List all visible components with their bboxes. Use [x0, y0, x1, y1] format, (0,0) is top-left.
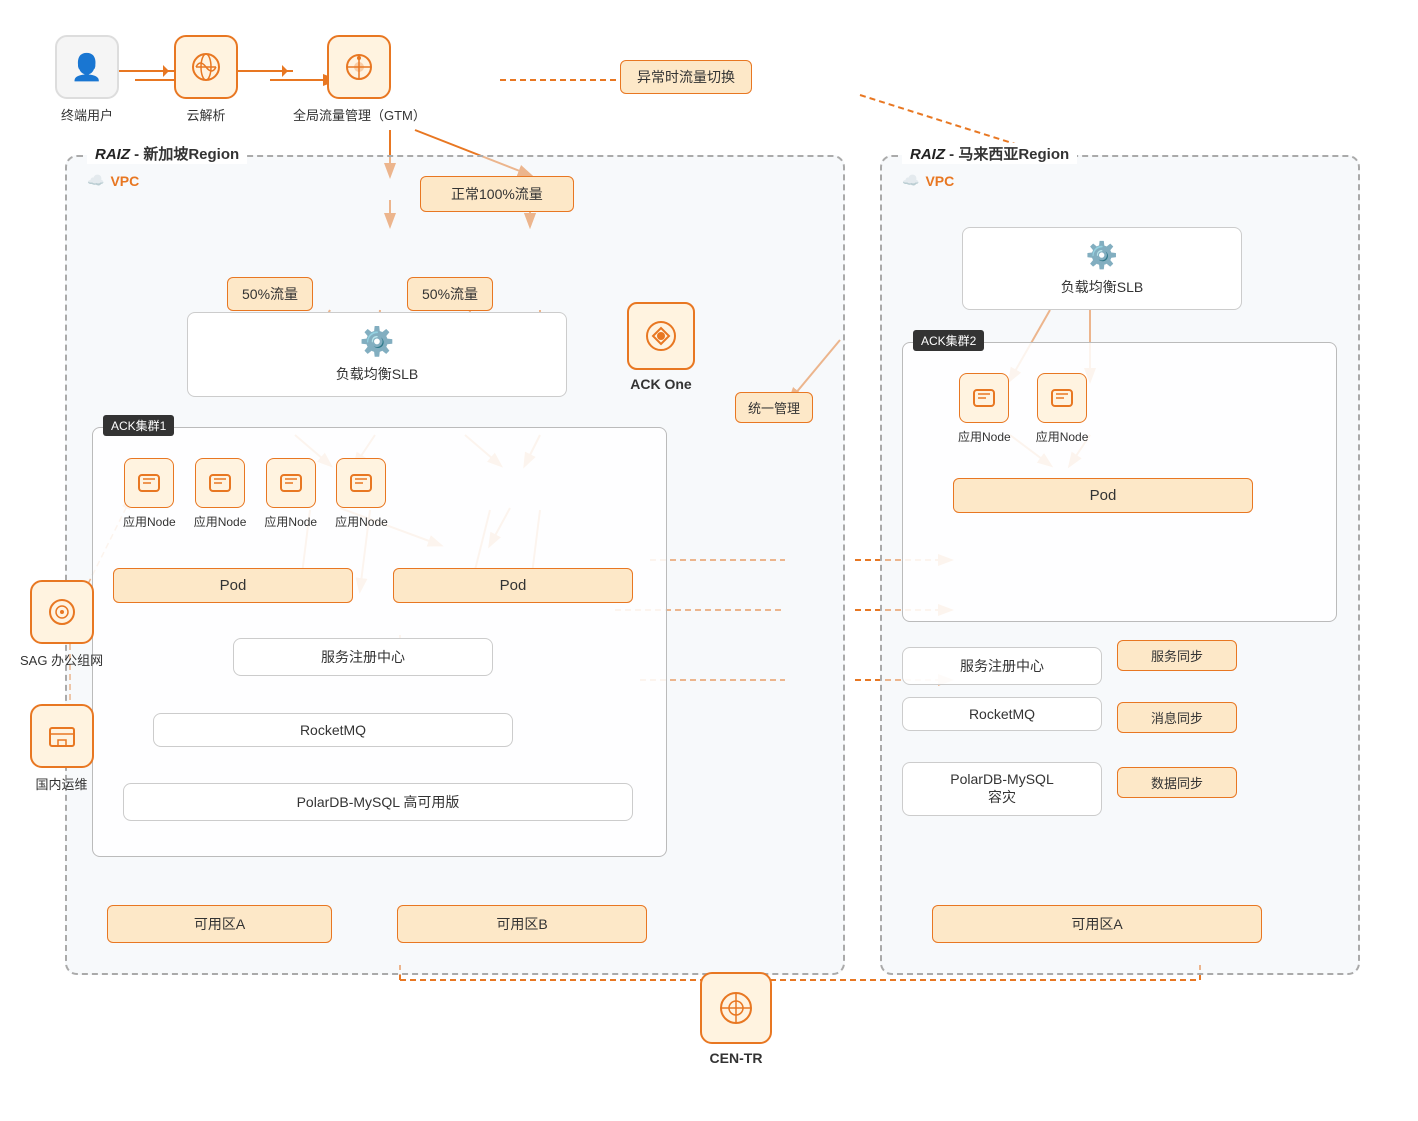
sg-node-2: 应用Node	[194, 458, 247, 530]
ack-one-icon	[627, 302, 695, 370]
cloud-dns-label: 云解析	[186, 105, 225, 124]
domestic-box: 国内运维	[30, 704, 94, 793]
sg-node-1: 应用Node	[123, 458, 176, 530]
centr-label: CEN-TR	[710, 1050, 763, 1066]
my-rocketmq: RocketMQ	[902, 697, 1102, 731]
domestic-icon	[30, 704, 94, 768]
ack-one-label: ACK One	[630, 376, 691, 392]
sag-label: SAG 办公组网	[20, 650, 103, 669]
sg-region-label: RAIZ - 新加坡Region	[87, 143, 247, 164]
user-icon-box: 👤 终端用户	[55, 35, 119, 124]
sg-flow50-right: 50%流量	[407, 277, 493, 311]
my-node-2-icon	[1037, 373, 1087, 423]
msg-sync-label: 消息同步	[1117, 702, 1237, 733]
gtm-box: 全局流量管理（GTM）	[293, 35, 426, 124]
my-service-registry: 服务注册中心	[902, 647, 1102, 685]
ack-cluster1-box: ACK集群1 应用Node 应用Node	[92, 427, 667, 857]
unified-mgmt-label: 统一管理	[735, 392, 813, 423]
sg-node-1-icon	[124, 458, 174, 508]
data-sync-label: 数据同步	[1117, 767, 1237, 798]
my-region: RAIZ - 马来西亚Region ☁️ VPC ⚙️ 负载均衡SLB ACK集…	[880, 155, 1360, 975]
sg-node-2-icon	[195, 458, 245, 508]
sg-slb-label: 负载均衡SLB	[336, 364, 418, 384]
sg-flow50-left: 50%流量	[227, 277, 313, 311]
my-node-1: 应用Node	[958, 373, 1011, 445]
my-region-label: RAIZ - 马来西亚Region	[902, 143, 1077, 164]
domestic-label: 国内运维	[36, 774, 88, 793]
my-slb-box: ⚙️ 负载均衡SLB	[962, 227, 1242, 310]
sg-vpc-label: ☁️ VPC	[87, 172, 139, 189]
sg-region: RAIZ - 新加坡Region ☁️ VPC 50%流量 50%流量 ⚙️ 负…	[65, 155, 845, 975]
my-node-1-icon	[959, 373, 1009, 423]
anomaly-label: 异常时流量切换	[620, 60, 752, 94]
sag-icon	[30, 580, 94, 644]
my-polardb: PolarDB-MySQL容灾	[902, 762, 1102, 816]
left-side-panel: SAG 办公组网 国内运维	[20, 580, 103, 793]
ack-one-box: ACK One	[627, 302, 695, 392]
centr-icon	[700, 972, 772, 1044]
my-node-2: 应用Node	[1036, 373, 1089, 445]
sg-node-4: 应用Node	[335, 458, 388, 530]
my-az-a: 可用区A	[932, 905, 1262, 943]
my-nodes-row: 应用Node 应用Node	[958, 373, 1088, 445]
my-vpc-label: ☁️ VPC	[902, 172, 954, 189]
gtm-label: 全局流量管理（GTM）	[293, 105, 426, 124]
svc-sync-label: 服务同步	[1117, 640, 1237, 671]
user-icon: 👤	[55, 35, 119, 99]
cloud-dns-icon	[174, 35, 238, 99]
my-cluster2-label: ACK集群2	[913, 330, 984, 351]
user-label: 终端用户	[61, 105, 113, 124]
sg-rocketmq: RocketMQ	[153, 713, 513, 747]
my-slb-label: 负载均衡SLB	[1061, 277, 1143, 297]
my-cluster2-box: ACK集群2 应用Node 应用Node Pod	[902, 342, 1337, 622]
sg-slb-box: ⚙️ 负载均衡SLB	[187, 312, 567, 397]
sg-polardb: PolarDB-MySQL 高可用版	[123, 783, 633, 821]
cloud-dns-box: 云解析	[174, 35, 238, 124]
centr-box: CEN-TR	[700, 972, 772, 1066]
sg-node-4-icon	[336, 458, 386, 508]
sag-box: SAG 办公组网	[20, 580, 103, 669]
sg-pod-right: Pod	[393, 568, 633, 603]
diagram-container: 👤 终端用户 云解析 全局流量管理（GTM） 异常时流量切换 RAIZ	[0, 0, 1418, 1121]
sg-az-a: 可用区A	[107, 905, 332, 943]
sg-node-3-icon	[266, 458, 316, 508]
my-pod: Pod	[953, 478, 1253, 513]
sg-node-3: 应用Node	[264, 458, 317, 530]
sg-az-b: 可用区B	[397, 905, 647, 943]
sg-service-registry: 服务注册中心	[233, 638, 493, 676]
ack-cluster1-label: ACK集群1	[103, 415, 174, 436]
normal-flow-label: 正常100%流量	[420, 176, 574, 212]
sg-pod-left: Pod	[113, 568, 353, 603]
sg-nodes-row: 应用Node 应用Node 应用Node	[123, 458, 388, 530]
gtm-icon	[327, 35, 391, 99]
